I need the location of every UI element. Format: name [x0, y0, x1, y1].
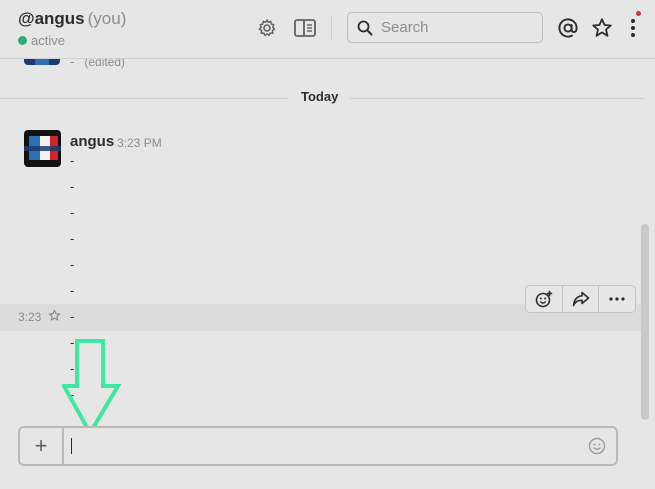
message-line: -: [70, 179, 75, 194]
presence-status: active: [18, 33, 65, 48]
avatar[interactable]: [24, 59, 60, 65]
more-actions-icon[interactable]: [599, 286, 635, 312]
message-line: -: [70, 309, 75, 324]
share-icon[interactable]: [563, 286, 600, 312]
edited-label: (edited): [84, 59, 126, 69]
you-label: (you): [87, 9, 127, 28]
plus-icon: +: [34, 433, 48, 458]
sidebar-panel-icon[interactable]: [293, 16, 317, 40]
message-input[interactable]: [70, 428, 588, 464]
message-line: -: [70, 283, 75, 298]
add-file-button[interactable]: +: [20, 428, 64, 464]
text-caret: [71, 438, 72, 454]
message-line: -: [70, 153, 75, 168]
message-line: -: [70, 231, 75, 246]
gear-icon[interactable]: [255, 16, 279, 40]
emoji-icon[interactable]: [588, 437, 606, 455]
channel-header: @angus (you) active: [0, 0, 655, 59]
day-divider-label: Today: [289, 89, 351, 104]
star-icon[interactable]: [48, 309, 61, 327]
message-actions-toolbar: [525, 285, 636, 313]
channel-title[interactable]: @angus (you): [18, 9, 126, 29]
scrollbar-thumb[interactable]: [641, 224, 649, 420]
status-text: active: [31, 33, 65, 48]
previous-message: - (edited): [70, 59, 125, 69]
message-author[interactable]: angus: [70, 133, 114, 150]
at-sign-icon[interactable]: [556, 16, 580, 40]
search-box[interactable]: [347, 12, 543, 43]
notification-dot-icon: [636, 11, 641, 16]
message-composer: +: [18, 426, 618, 466]
star-icon[interactable]: [590, 16, 614, 40]
add-reaction-icon[interactable]: [526, 286, 563, 312]
search-icon: [357, 20, 373, 36]
message-timestamp[interactable]: 3:23 PM: [117, 136, 162, 150]
header-divider: [331, 15, 332, 41]
message-text: -: [70, 59, 75, 69]
hover-timestamp[interactable]: 3:23: [18, 310, 41, 324]
vertical-ellipsis-icon[interactable]: [621, 16, 645, 40]
avatar[interactable]: [24, 130, 61, 167]
channel-name[interactable]: @angus: [18, 9, 85, 28]
message-line: -: [70, 257, 75, 272]
search-input[interactable]: [379, 18, 533, 37]
message-line: -: [70, 205, 75, 220]
active-dot-icon: [18, 36, 27, 45]
